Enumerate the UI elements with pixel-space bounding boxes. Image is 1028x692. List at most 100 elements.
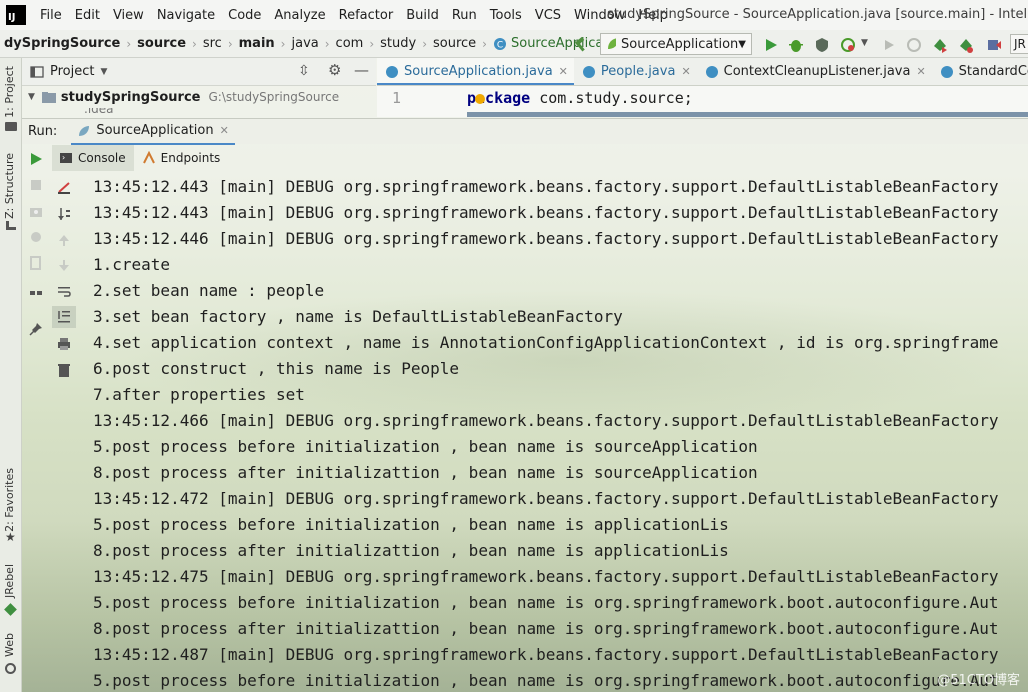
menu-navigate[interactable]: Navigate — [151, 8, 222, 23]
editor-horizontal-scrollbar[interactable] — [467, 112, 1028, 117]
sort-down-icon[interactable] — [56, 206, 72, 222]
profile-dropdown-icon[interactable]: ▼ — [861, 38, 868, 48]
breadcrumb-source[interactable]: source — [429, 36, 480, 51]
tab-favorites[interactable]: 2: Favorites — [3, 468, 16, 532]
attach-debugger-icon — [907, 38, 921, 52]
close-icon[interactable]: ✕ — [681, 65, 690, 78]
class-icon — [386, 65, 398, 78]
build-hammer-icon[interactable] — [572, 37, 588, 53]
console-output[interactable]: 13:45:12.443 [main] DEBUG org.springfram… — [93, 174, 1028, 692]
update-icon[interactable] — [986, 37, 1002, 53]
menu-view[interactable]: View — [107, 8, 151, 23]
watermark-text: @51CTO博客 — [937, 673, 1020, 688]
breadcrumb-project[interactable]: dySpringSource — [0, 36, 124, 51]
jrebel-run-icon[interactable] — [932, 37, 948, 53]
breadcrumb-java[interactable]: java — [287, 36, 322, 51]
breadcrumb-study[interactable]: study — [376, 36, 420, 51]
clear-console-icon[interactable] — [56, 180, 72, 196]
close-icon[interactable]: ✕ — [916, 65, 925, 78]
breadcrumb-separator: › — [422, 36, 427, 51]
console-line: 5.post process before initialization , b… — [93, 593, 999, 612]
editor-tab-contextcleanuplistener[interactable]: ContextCleanupListener.java ✕ — [697, 58, 932, 85]
console-line: 5.post process before initialization , b… — [93, 515, 729, 534]
console-line: 8.post process after initializattion , b… — [93, 463, 758, 482]
project-pane-title[interactable]: Project — [50, 64, 94, 79]
tree-row-idea[interactable]: .idea — [22, 108, 376, 118]
breadcrumb-src[interactable]: src — [199, 36, 226, 51]
tab-console[interactable]: › Console — [52, 145, 134, 171]
trash-icon[interactable] — [56, 362, 72, 378]
endpoints-icon — [142, 151, 155, 164]
left-tool-strip: 1: Project Z: Structure 2: Favorites ★ J… — [0, 58, 22, 692]
menu-edit[interactable]: Edit — [69, 8, 107, 23]
run-window-header: Run: SourceApplication ✕ — [22, 118, 1028, 145]
debug-icon[interactable] — [788, 37, 804, 53]
run-toolbar-secondary — [52, 172, 78, 692]
editor-tab-sourceapplication[interactable]: SourceApplication.java ✕ — [377, 58, 574, 85]
jrebel-debug-icon[interactable] — [958, 37, 974, 53]
run-subtab-bar: › Console Endpoints — [52, 145, 1028, 171]
class-icon — [940, 65, 953, 78]
coverage-icon[interactable] — [814, 37, 830, 53]
expand-arrow-icon[interactable]: ▼ — [28, 92, 35, 102]
collapse-all-icon[interactable]: ⇳ — [298, 63, 310, 79]
console-line: 2.set bean name : people — [93, 281, 325, 300]
menu-build[interactable]: Build — [400, 8, 446, 23]
editor-tab-label: ContextCleanupListener.java — [723, 64, 911, 79]
menu-code[interactable]: Code — [222, 8, 268, 23]
run-configuration-label: SourceApplication — [621, 36, 739, 52]
run-tab-sourceapplication[interactable]: SourceApplication ✕ — [71, 119, 235, 145]
breadcrumb-module[interactable]: source — [133, 36, 190, 51]
breadcrumb-separator: › — [280, 36, 286, 51]
run-configuration-select[interactable]: SourceApplication ▼ — [600, 33, 752, 55]
camera-icon — [30, 208, 42, 217]
project-root-path: G:\studySpringSource — [208, 90, 340, 104]
soft-wrap-icon[interactable] — [56, 284, 72, 300]
breadcrumb-com[interactable]: com — [332, 36, 368, 51]
window-title: studySpringSource - SourceApplication.ja… — [607, 7, 1028, 22]
pin-icon[interactable] — [28, 321, 44, 337]
chevron-down-icon[interactable]: ▼ — [100, 67, 107, 77]
layout-icon[interactable] — [28, 287, 44, 303]
tab-jrebel[interactable]: JRebel — [3, 564, 16, 598]
menu-run[interactable]: Run — [446, 8, 484, 23]
menu-tools[interactable]: Tools — [484, 8, 529, 23]
up-arrow-icon — [59, 235, 69, 246]
breadcrumb-separator: › — [192, 36, 197, 51]
scroll-to-end-toggle[interactable] — [52, 306, 76, 328]
intellij-logo-icon: IJ — [6, 5, 26, 25]
breadcrumb-main[interactable]: main — [235, 36, 279, 51]
chevron-down-icon: ▼ — [738, 38, 746, 50]
code-line[interactable]: package com.study.source; — [467, 89, 693, 107]
spring-leaf-icon — [608, 38, 616, 49]
close-icon[interactable]: ✕ — [220, 124, 229, 137]
tab-web[interactable]: Web — [3, 633, 16, 657]
console-line: 1.create — [93, 255, 171, 274]
run-icon[interactable] — [763, 37, 779, 53]
tab-project[interactable]: 1: Project — [3, 66, 16, 118]
menu-refactor[interactable]: Refactor — [333, 8, 401, 23]
tab-structure[interactable]: Z: Structure — [3, 153, 16, 219]
menu-file[interactable]: File — [34, 8, 69, 23]
editor-tab-people[interactable]: People.java ✕ — [574, 58, 697, 85]
navigation-bar: dySpringSource › source › src › main › j… — [0, 30, 1028, 58]
breadcrumb-separator: › — [126, 36, 132, 51]
intention-bulb-icon[interactable] — [475, 94, 485, 104]
hide-icon[interactable]: — — [354, 61, 369, 79]
breadcrumb-separator: › — [482, 36, 487, 51]
print-icon[interactable] — [56, 336, 72, 352]
gear-icon[interactable]: ⚙ — [328, 61, 341, 79]
console-line: 5.post process before initialization , b… — [93, 671, 999, 690]
tab-endpoints[interactable]: Endpoints — [134, 145, 229, 171]
console-line: 5.post process before initialization , b… — [93, 437, 758, 456]
console-line: 8.post process after initializattion , b… — [93, 541, 729, 560]
editor-tab-standardcontext[interactable]: StandardContext.java — [932, 58, 1028, 85]
exit-icon — [30, 256, 41, 270]
profile-icon[interactable] — [840, 37, 856, 53]
jrebel-panel-button[interactable]: JR — [1010, 34, 1028, 54]
tree-row-root[interactable]: ▼ studySpringSource G:\studySpringSource — [22, 86, 376, 108]
menu-analyze[interactable]: Analyze — [268, 8, 332, 23]
rerun-icon[interactable] — [28, 151, 44, 167]
close-icon[interactable]: ✕ — [559, 65, 568, 78]
menu-vcs[interactable]: VCS — [529, 8, 568, 23]
